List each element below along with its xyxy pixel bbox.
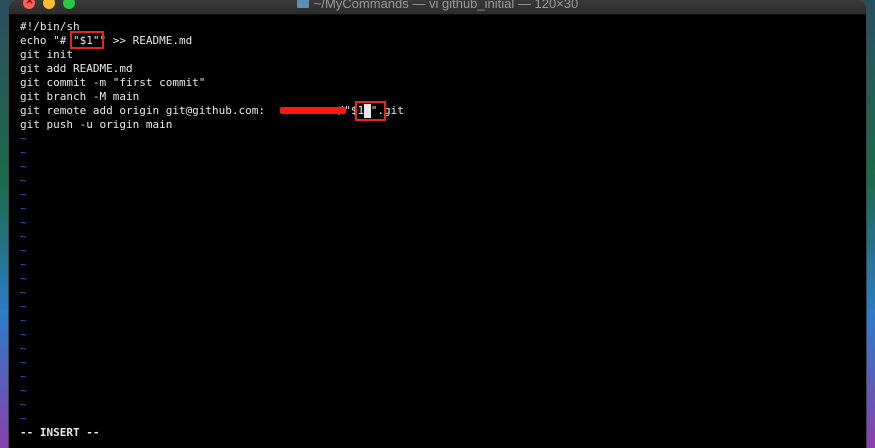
tilde-marker: ~ xyxy=(20,286,27,299)
buffer-line-6: git branch -M main xyxy=(20,90,140,103)
buffer-line-1: #!/bin/sh xyxy=(20,20,80,33)
tilde-marker: ~ xyxy=(20,384,27,397)
tilde-marker: ~ xyxy=(20,272,27,285)
vi-editor-buffer[interactable]: #!/bin/sh echo "# "$1"" >> README.md git… xyxy=(20,20,860,445)
terminal-window[interactable]: ~/MyCommands — vi github_initial — 120×3… xyxy=(9,0,866,448)
window-title-wrapper: ~/MyCommands — vi github_initial — 120×3… xyxy=(9,0,866,11)
tilde-marker: ~ xyxy=(20,412,27,425)
tilde-marker: ~ xyxy=(20,398,27,411)
highlight-box-echo-arg xyxy=(70,31,104,49)
highlight-box-remote-arg xyxy=(355,101,386,121)
tilde-marker: ~ xyxy=(20,146,27,159)
tilde-marker: ~ xyxy=(20,230,27,243)
tilde-marker: ~ xyxy=(20,258,27,271)
redaction-bar xyxy=(280,107,346,114)
tilde-marker: ~ xyxy=(20,202,27,215)
tilde-marker: ~ xyxy=(20,342,27,355)
buffer-line-5: git commit -m "first commit" xyxy=(20,76,206,89)
tilde-marker: ~ xyxy=(20,314,27,327)
folder-icon xyxy=(296,0,309,8)
vi-mode-indicator: -- INSERT -- xyxy=(20,426,100,439)
tilde-marker: ~ xyxy=(20,370,27,383)
tilde-marker: ~ xyxy=(20,328,27,341)
buffer-line-2: echo "# "$1"" >> README.md xyxy=(20,34,193,47)
tilde-marker: ~ xyxy=(20,160,27,173)
tilde-marker: ~ xyxy=(20,356,27,369)
tilde-marker: ~ xyxy=(20,244,27,257)
tilde-marker: ~ xyxy=(20,188,27,201)
tilde-marker: ~ xyxy=(20,300,27,313)
line-7-prefix: git remote add origin git@github.com: xyxy=(20,104,266,117)
window-title: ~/MyCommands — vi github_initial — 120×3… xyxy=(313,0,579,11)
tilde-marker: ~ xyxy=(20,174,27,187)
buffer-line-7: git remote add origin git@github.com: s/"… xyxy=(20,104,860,118)
buffer-line-4: git add README.md xyxy=(20,62,133,75)
tilde-marker: ~ xyxy=(20,132,27,145)
buffer-line-3: git init xyxy=(20,48,73,61)
tilde-marker: ~ xyxy=(20,216,27,229)
title-bar[interactable]: ~/MyCommands — vi github_initial — 120×3… xyxy=(9,0,866,15)
empty-line-markers: ~ ~ ~ ~ ~ ~ ~ ~ ~ ~ ~ ~ ~ ~ ~ ~ ~ ~ ~ ~ ~ xyxy=(20,132,860,426)
buffer-line-8: git push -u origin main xyxy=(20,118,173,131)
